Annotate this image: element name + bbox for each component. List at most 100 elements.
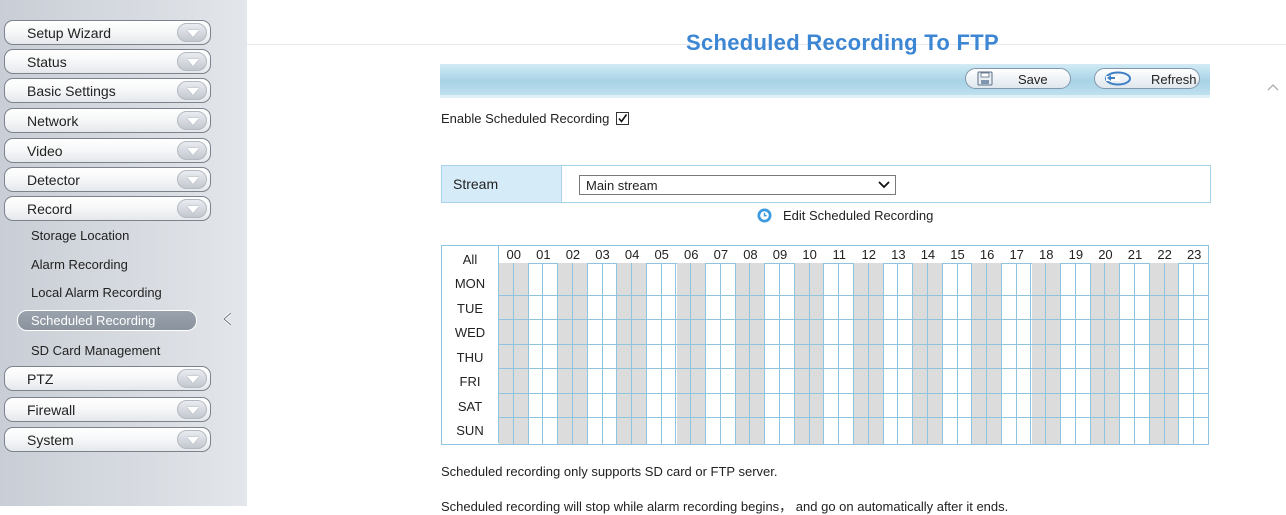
chevron-down-icon [177, 141, 207, 160]
menu-basic-settings[interactable]: Basic Settings [4, 78, 211, 103]
hour-header[interactable]: 10 [795, 247, 825, 262]
hour-header[interactable]: 02 [558, 247, 588, 262]
hour-header[interactable]: 07 [706, 247, 736, 262]
day-label[interactable]: THU [442, 344, 499, 369]
sidebar: Setup Wizard Status Basic Settings Netwo… [0, 0, 247, 506]
day-label[interactable]: WED [442, 320, 499, 345]
menu-ptz[interactable]: PTZ [4, 366, 211, 391]
hour-header[interactable]: 13 [884, 247, 914, 262]
menu-label: Firewall [27, 402, 76, 418]
hour-header[interactable]: 19 [1061, 247, 1091, 262]
menu-label: Network [27, 113, 79, 129]
hour-header[interactable]: 22 [1150, 247, 1180, 262]
chevron-down-icon [177, 369, 207, 388]
submenu-alarm-recording[interactable]: Alarm Recording [31, 257, 128, 272]
day-label[interactable]: FRI [442, 369, 499, 394]
row-rule [499, 294, 1209, 296]
scroll-up-icon[interactable] [1266, 82, 1280, 92]
hour-header[interactable]: 21 [1120, 247, 1150, 262]
chevron-down-icon [177, 199, 207, 218]
page-title: Scheduled Recording To FTP [686, 30, 999, 55]
clock-icon [757, 208, 772, 223]
chevron-down-icon [177, 111, 207, 130]
hour-header[interactable]: 04 [617, 247, 647, 262]
menu-system[interactable]: System [4, 427, 211, 452]
save-label: Save [1018, 72, 1048, 87]
chevron-down-icon [177, 23, 207, 42]
enable-checkbox[interactable] [616, 112, 630, 125]
row-rule [499, 368, 1209, 369]
stream-row: Stream Main stream [441, 165, 1211, 203]
row-rule [499, 392, 1209, 394]
enable-row: Enable Scheduled Recording [441, 111, 630, 126]
menu-label: Detector [27, 172, 80, 188]
stream-label: Stream [453, 176, 499, 192]
hour-header[interactable]: 09 [765, 247, 795, 262]
day-label[interactable]: TUE [442, 295, 499, 320]
menu-label: Record [27, 201, 73, 217]
chevron-down-icon [878, 181, 890, 189]
submenu-scheduled-recording[interactable]: Scheduled Recording [17, 310, 197, 331]
menu-label: PTZ [27, 371, 54, 387]
menu-video[interactable]: Video [4, 138, 211, 163]
hour-header[interactable]: 06 [677, 247, 707, 262]
menu-network[interactable]: Network [4, 108, 211, 133]
day-label[interactable]: SAT [442, 393, 499, 418]
schedule-grid: All 00 01 02 03 04 05 06 07 08 09 10 11 12 13 14 15 16 17 1… [441, 245, 1209, 445]
save-button[interactable]: Save [965, 68, 1071, 89]
row-rule [499, 319, 1209, 320]
hour-header[interactable]: 05 [647, 247, 677, 262]
chevron-down-icon [177, 400, 207, 419]
menu-setup-wizard[interactable]: Setup Wizard [4, 20, 211, 45]
hour-header[interactable]: 15 [943, 247, 973, 262]
submenu-storage-location[interactable]: Storage Location [31, 228, 129, 243]
menu-detector[interactable]: Detector [4, 167, 211, 192]
hour-header[interactable]: 20 [1091, 247, 1121, 262]
hour-header[interactable]: 16 [972, 247, 1002, 262]
day-label[interactable]: SUN [442, 418, 499, 443]
row-rule [499, 417, 1209, 418]
submenu-sd-card-management[interactable]: SD Card Management [31, 343, 160, 358]
menu-label: Setup Wizard [27, 25, 112, 41]
menu-record[interactable]: Record [4, 196, 211, 221]
note-text: Scheduled recording only supports SD car… [441, 464, 778, 479]
menu-firewall[interactable]: Firewall [4, 397, 211, 422]
day-label[interactable]: MON [442, 271, 499, 296]
stream-select[interactable]: Main stream [579, 175, 896, 195]
toolbar: Save Refresh [440, 64, 1210, 98]
chevron-down-icon [177, 52, 207, 71]
hour-header[interactable]: 01 [529, 247, 559, 262]
hour-header[interactable]: 17 [1002, 247, 1032, 262]
checkmark-icon [618, 114, 628, 123]
stream-select-value: Main stream [586, 178, 658, 193]
hour-header[interactable]: 03 [588, 247, 618, 262]
refresh-label: Refresh [1151, 72, 1197, 87]
chevron-down-icon [177, 170, 207, 189]
menu-label: Basic Settings [27, 83, 116, 99]
hour-header[interactable]: 14 [913, 247, 943, 262]
menu-label: Status [27, 54, 67, 70]
hour-header[interactable]: 18 [1032, 247, 1062, 262]
row-rule [499, 343, 1209, 345]
edit-schedule-label: Edit Scheduled Recording [783, 208, 934, 223]
chevron-down-icon [177, 430, 207, 449]
menu-status[interactable]: Status [4, 49, 211, 74]
edit-schedule-link[interactable]: Edit Scheduled Recording [757, 208, 933, 223]
stream-label-cell: Stream [442, 166, 562, 202]
refresh-button[interactable]: Refresh [1094, 68, 1200, 89]
hour-header[interactable]: 08 [736, 247, 766, 262]
menu-label: Video [27, 143, 63, 159]
hour-header[interactable]: 11 [824, 247, 854, 262]
submenu-local-alarm-recording[interactable]: Local Alarm Recording [31, 285, 162, 300]
chevron-down-icon [177, 81, 207, 100]
hour-header[interactable]: 00 [499, 247, 529, 262]
hour-header[interactable]: 12 [854, 247, 884, 262]
active-arrow-icon [222, 312, 232, 326]
enable-label: Enable Scheduled Recording [441, 111, 610, 126]
select-all-cell[interactable]: All [442, 246, 499, 271]
refresh-icon [1105, 71, 1131, 86]
hour-header[interactable]: 23 [1179, 247, 1209, 262]
menu-label: System [27, 432, 74, 448]
floppy-disk-icon [977, 71, 993, 86]
